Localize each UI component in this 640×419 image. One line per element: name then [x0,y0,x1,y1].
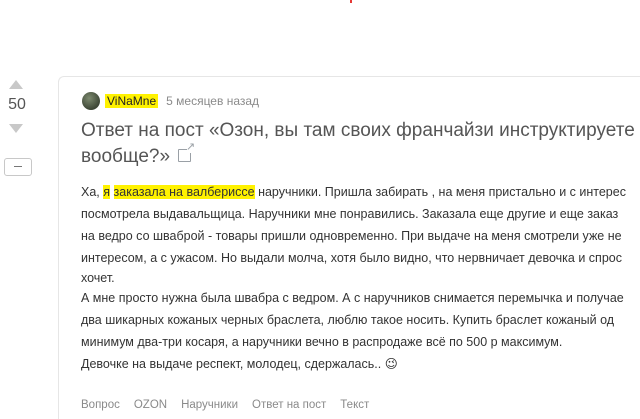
tag-otvet-na-post[interactable]: Ответ на пост [252,399,326,411]
tag-naruchniki[interactable]: Наручники [181,399,238,411]
tag-list: Вопрос OZON Наручники Ответ на пост Текс… [81,399,369,411]
vote-column: 50 [0,70,36,370]
body-line: на ведро со шваброй - товары пришли одно… [81,229,622,243]
author-row: ViNaMne 5 месяцев назад [82,91,259,111]
page: 50 ViNaMne 5 месяцев назад Ответ на пост… [0,0,640,419]
body-line: А мне просто нужна была швабра с ведром.… [81,291,624,305]
body-line: минимум два-три косаря, а наручники вечн… [81,335,563,349]
tag-vopros[interactable]: Вопрос [81,399,120,411]
external-link-icon[interactable] [178,142,195,162]
top-accent-dot [350,0,352,3]
body-line: хочет. [81,271,115,285]
post-time: 5 месяцев назад [166,94,260,108]
collapse-button[interactable] [4,158,32,176]
post-title: Ответ на пост «Озон, вы там своих франча… [81,120,635,167]
tag-ozon[interactable]: OZON [134,399,167,411]
post-title-link[interactable]: Ответ на пост «Озон, вы там своих франча… [81,118,640,170]
vote-down-icon[interactable] [9,124,23,133]
body-line: Ха, я заказала на валберисce наручники. … [81,185,626,199]
body-line: посмотрела выдавальщица. Наручники мне п… [81,207,619,221]
post-body: Ха, я заказала на валберисce наручники. … [81,181,640,375]
body-line: два шикарных кожаных черных браслета, лю… [81,313,615,327]
highlight: я [103,185,111,199]
body-line: Девочке на выдаче респект, молодец, сдер… [81,357,398,371]
vote-up-icon[interactable] [9,80,23,89]
avatar[interactable] [82,92,100,110]
highlight: заказала на валберисce [113,185,255,199]
tag-tekst[interactable]: Текст [340,399,369,411]
vote-count: 50 [8,96,26,113]
body-line: интересом, а с ужасом. Но выдали молча, … [81,251,622,265]
author-name[interactable]: ViNaMne [105,94,159,108]
post-card: ViNaMne 5 месяцев назад Ответ на пост «О… [58,76,640,419]
